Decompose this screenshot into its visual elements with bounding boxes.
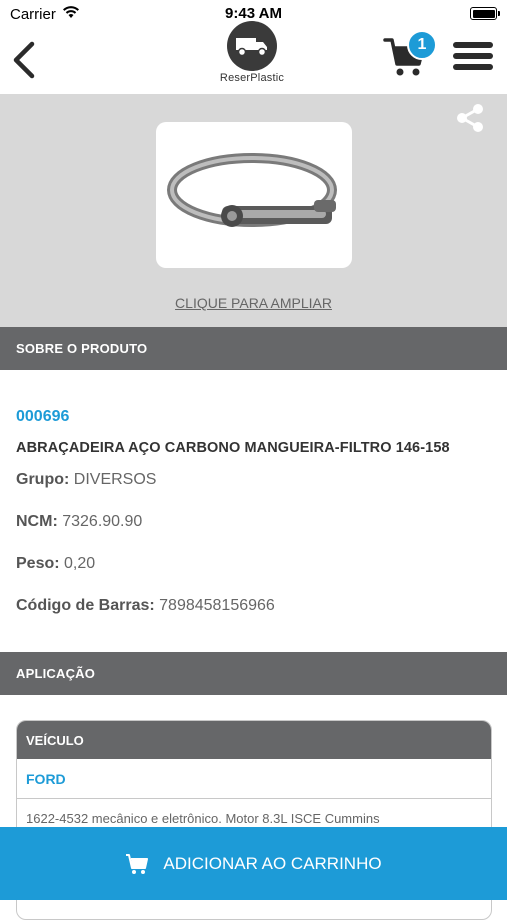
product-code: 000696 [16,408,70,425]
battery-icon [470,7,500,20]
brand-logo: ReserPlastic [212,21,292,87]
section-header-application: APLICAÇÃO [0,652,507,695]
share-icon [457,104,483,132]
spec-label: Grupo: [16,471,70,488]
menu-button[interactable] [453,42,493,78]
spec-value: 7898458156966 [159,597,275,614]
spec-label: Peso: [16,555,60,572]
cart-count-badge: 1 [407,30,437,60]
chevron-left-icon [13,41,35,79]
spec-row-weight: Peso: 0,20 [16,555,95,573]
share-button[interactable] [454,102,486,134]
spec-label: Código de Barras: [16,597,155,614]
application-table-header: VEÍCULO [17,721,491,759]
add-to-cart-button[interactable]: ADICIONAR AO CARRINHO [0,827,507,900]
add-to-cart-label: ADICIONAR AO CARRINHO [163,853,382,873]
logo-text: ReserPlastic [219,72,285,84]
spec-value: 0,20 [64,555,96,572]
spec-label: NCM: [16,513,58,530]
product-image-area: CLIQUE PARA AMPLIAR [0,94,507,327]
spec-row-group: Grupo: DIVERSOS [16,471,156,489]
spec-row-ncm: NCM: 7326.90.90 [16,513,142,531]
hose-clamp-image [167,153,337,227]
cart-icon [126,853,149,874]
hamburger-icon-bar [453,42,493,48]
product-image[interactable] [156,122,352,268]
spec-value: DIVERSOS [73,471,157,488]
product-name: ABRAÇADEIRA AÇO CARBONO MANGUEIRA-FILTRO… [16,440,450,456]
back-button[interactable] [10,38,40,82]
hamburger-icon-bar [453,64,493,70]
section-header-about: SOBRE O PRODUTO [0,327,507,370]
vehicle-make[interactable]: FORD [17,759,491,799]
nav-bar: ReserPlastic 1 [0,21,507,94]
spec-row-barcode: Código de Barras: 7898458156966 [16,597,275,615]
spec-value: 7326.90.90 [62,513,143,530]
truck-icon [227,21,277,71]
status-time: 9:43 AM [225,5,282,22]
hamburger-icon-bar [453,53,493,59]
zoom-link[interactable]: CLIQUE PARA AMPLIAR [0,295,507,311]
